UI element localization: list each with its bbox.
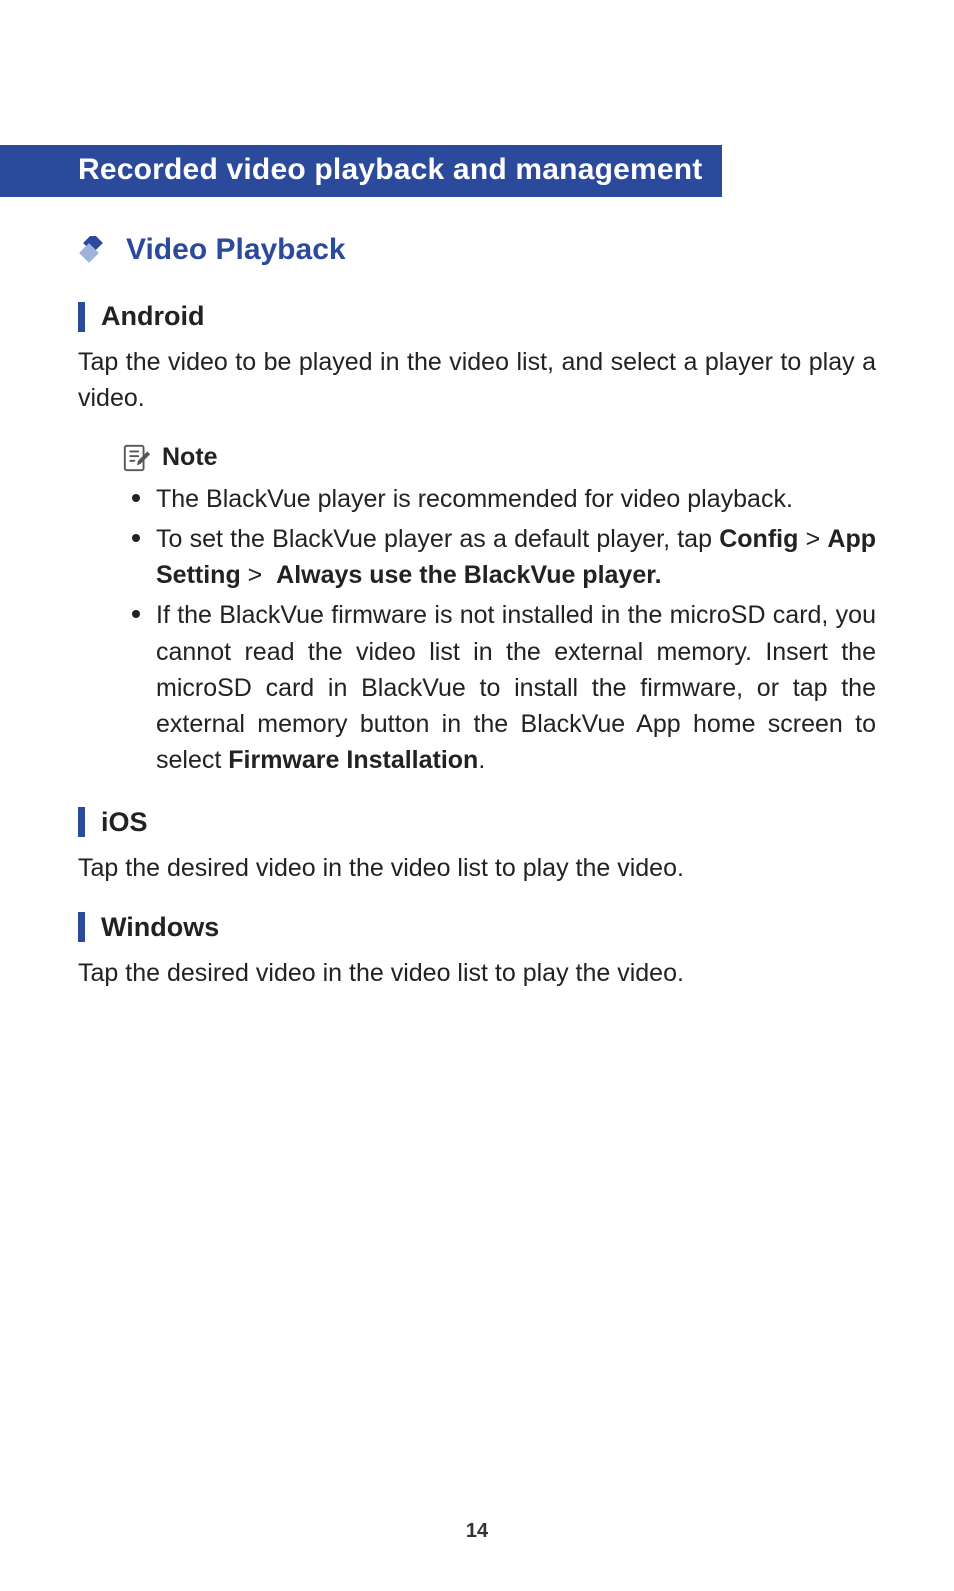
document-page: Recorded video playback and management V…	[0, 0, 954, 1591]
note-text: The BlackVue player is recommended for v…	[156, 485, 793, 513]
vertical-bar-icon	[78, 302, 85, 332]
diamond-icon	[78, 236, 106, 264]
windows-body: Tap the desired video in the video list …	[78, 955, 876, 991]
subheading-ios: iOS	[78, 807, 876, 838]
subheading-label: iOS	[101, 807, 148, 838]
note-item: If the BlackVue firmware is not installe…	[128, 597, 876, 778]
note-bold: Always use the BlackVue player.	[276, 561, 661, 589]
note-item: The BlackVue player is recommended for v…	[128, 481, 876, 517]
subheading-windows: Windows	[78, 912, 876, 943]
banner-wrap: Recorded video playback and management	[0, 145, 876, 197]
note-text: To set the BlackVue player as a default …	[156, 525, 719, 553]
note-list: The BlackVue player is recommended for v…	[122, 481, 876, 779]
ios-body: Tap the desired video in the video list …	[78, 850, 876, 886]
note-bold: Config	[719, 525, 798, 553]
section-heading-row: Video Playback	[78, 233, 876, 267]
note-bold: Firmware Installation	[228, 746, 478, 774]
note-heading: Note	[122, 443, 876, 473]
vertical-bar-icon	[78, 912, 85, 942]
vertical-bar-icon	[78, 807, 85, 837]
subheading-label: Windows	[101, 912, 219, 943]
page-number: 14	[0, 1520, 954, 1543]
note-label: Note	[162, 443, 218, 472]
note-item: To set the BlackVue player as a default …	[128, 521, 876, 594]
note-block: Note The BlackVue player is recommended …	[122, 443, 876, 779]
subheading-android: Android	[78, 301, 876, 332]
section-title: Video Playback	[126, 233, 346, 267]
note-text: >	[798, 525, 827, 553]
android-body: Tap the video to be played in the video …	[78, 344, 876, 417]
subheading-label: Android	[101, 301, 204, 332]
note-icon	[122, 443, 152, 473]
note-text: .	[478, 746, 485, 774]
note-text: >	[241, 561, 276, 589]
chapter-banner: Recorded video playback and management	[0, 145, 722, 197]
